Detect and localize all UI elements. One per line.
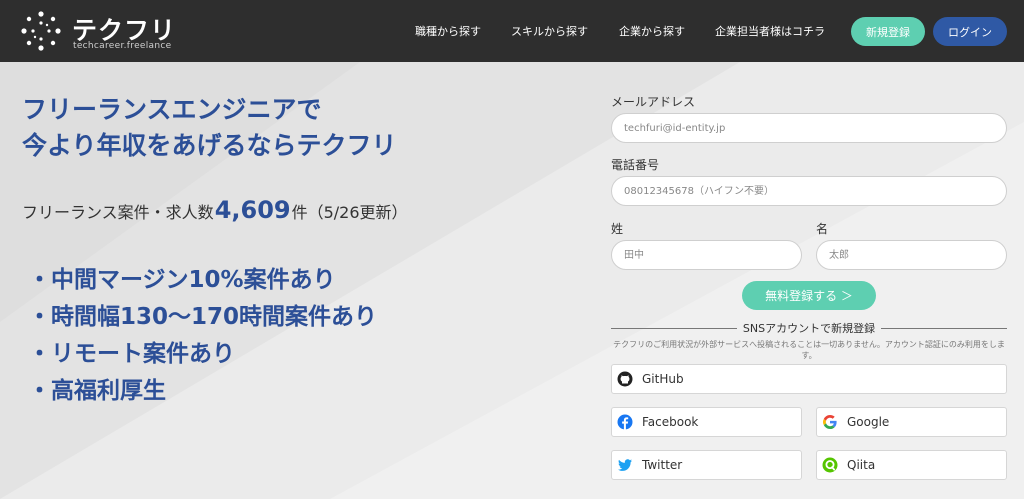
qiita-signup-button[interactable]: Qiita bbox=[816, 450, 1007, 480]
qiita-label: Qiita bbox=[847, 458, 876, 472]
first-name-input[interactable] bbox=[816, 240, 1007, 270]
site-header: テクフリ techcareer.freelance 職種から探す スキルから探す… bbox=[0, 0, 1024, 62]
feature-item: ・高福利厚生 bbox=[28, 378, 166, 404]
divider bbox=[611, 327, 737, 329]
twitter-icon bbox=[617, 457, 633, 473]
google-label: Google bbox=[847, 415, 890, 429]
site-logo[interactable]: テクフリ techcareer.freelance bbox=[20, 8, 180, 54]
github-signup-button[interactable]: GitHub bbox=[611, 364, 1007, 394]
job-count-suffix: 件（5/26更新） bbox=[291, 203, 408, 222]
hero-title: フリーランスエンジニアで 今より年収をあげるならテクフリ bbox=[22, 92, 397, 164]
feature-item: ・リモート案件あり bbox=[28, 341, 235, 367]
twitter-signup-button[interactable]: Twitter bbox=[611, 450, 802, 480]
twitter-label: Twitter bbox=[642, 458, 683, 472]
job-count-value: 4,609 bbox=[214, 196, 291, 224]
github-icon bbox=[617, 371, 633, 387]
facebook-icon bbox=[617, 414, 633, 430]
facebook-signup-button[interactable]: Facebook bbox=[611, 407, 802, 437]
feature-item: ・時間幅130〜170時間案件あり bbox=[28, 304, 378, 330]
free-register-button[interactable]: 無料登録する ＞ bbox=[742, 281, 876, 310]
phone-input[interactable] bbox=[611, 176, 1007, 206]
sns-title-text: SNSアカウントで新規登録 bbox=[742, 322, 876, 335]
nav-company[interactable]: 企業から探す bbox=[619, 0, 685, 62]
last-name-label: 姓 bbox=[611, 222, 624, 236]
last-name-input[interactable] bbox=[611, 240, 802, 270]
job-count: フリーランス案件・求人数 4,609 件（5/26更新） bbox=[22, 196, 408, 224]
login-button[interactable]: ログイン bbox=[933, 17, 1007, 46]
hero-title-line2: 今より年収をあげるならテクフリ bbox=[22, 131, 397, 160]
github-label: GitHub bbox=[642, 372, 684, 386]
sns-note: テクフリのご利用状況が外部サービスへ投稿されることは一切ありません。アカウント認… bbox=[613, 340, 1005, 360]
logo-subtitle: techcareer.freelance bbox=[73, 41, 172, 51]
feature-item: ・中間マージン10%案件あり bbox=[28, 267, 336, 293]
google-icon bbox=[822, 414, 838, 430]
facebook-label: Facebook bbox=[642, 415, 699, 429]
hero-title-line1: フリーランスエンジニアで bbox=[22, 95, 322, 124]
feature-list: ・中間マージン10%案件あり ・時間幅130〜170時間案件あり ・リモート案件… bbox=[28, 262, 377, 410]
first-name-label: 名 bbox=[816, 222, 829, 236]
nav-skill[interactable]: スキルから探す bbox=[511, 0, 588, 62]
email-input[interactable] bbox=[611, 113, 1007, 143]
nav-for-companies[interactable]: 企業担当者様はコチラ bbox=[715, 0, 825, 62]
divider bbox=[881, 327, 1008, 329]
nav-job-type[interactable]: 職種から探す bbox=[415, 0, 481, 62]
signup-button[interactable]: 新規登録 bbox=[851, 17, 925, 46]
google-signup-button[interactable]: Google bbox=[816, 407, 1007, 437]
sns-section-title: SNSアカウントで新規登録 bbox=[611, 320, 1008, 336]
logo-mark-icon bbox=[21, 11, 61, 51]
phone-label: 電話番号 bbox=[611, 158, 660, 172]
qiita-icon bbox=[822, 457, 838, 473]
job-count-prefix: フリーランス案件・求人数 bbox=[22, 203, 214, 222]
email-label: メールアドレス bbox=[611, 95, 696, 109]
